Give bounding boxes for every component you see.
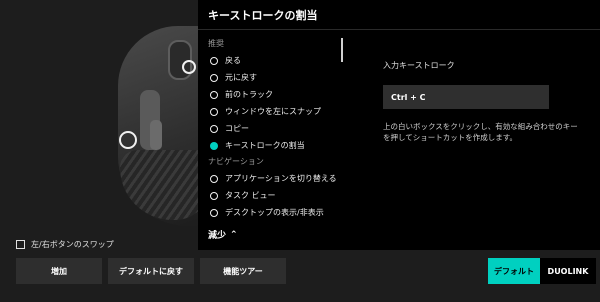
- list-scrollbar[interactable]: [341, 38, 343, 62]
- restore-defaults-button[interactable]: デフォルトに戻す: [108, 258, 194, 284]
- keystroke-assignment-panel: キーストロークの割当 推奨 戻る元に戻す前のトラックウィンドウを左にスナップ コピー…: [198, 0, 600, 250]
- chevron-up-icon: ⌃: [230, 229, 238, 240]
- radio-icon[interactable]: [210, 107, 218, 116]
- action-list-item[interactable]: 前のトラック: [198, 86, 345, 103]
- action-list-item[interactable]: 元に戻す: [198, 69, 345, 86]
- radio-icon[interactable]: [210, 90, 218, 99]
- radio-selected-icon[interactable]: [210, 141, 218, 150]
- add-application-button[interactable]: 増加: [16, 258, 102, 284]
- action-list-item[interactable]: タスク ビュー: [198, 187, 345, 204]
- duolink-tab-button[interactable]: DUOLINK: [540, 258, 596, 284]
- default-tab-button[interactable]: デフォルト: [488, 258, 540, 284]
- list-section-label: 推奨: [208, 39, 224, 48]
- action-list-item[interactable]: デスクトップの表示/非表示: [198, 204, 345, 220]
- action-label: 戻る: [225, 56, 241, 65]
- mouse-thumb-buttons: [150, 120, 162, 150]
- action-list-item[interactable]: 戻る: [198, 52, 345, 69]
- show-less-toggle[interactable]: 減少 ⌃: [208, 228, 238, 242]
- radio-icon[interactable]: [210, 174, 218, 183]
- action-label: 元に戻す: [225, 73, 257, 82]
- swap-buttons-label: 左/右ボタンのスワップ: [31, 240, 114, 249]
- keystroke-help-text: 上の白いボックスをクリックし、有効な組み合わせのキーを押してショートカットを作成…: [383, 122, 578, 142]
- radio-icon[interactable]: [210, 56, 218, 65]
- action-list-item[interactable]: コピー: [198, 120, 345, 137]
- mouse-grip-texture: [120, 150, 198, 220]
- action-label: キーストロークの割当: [225, 141, 305, 150]
- keystroke-input-field[interactable]: Ctrl + C: [383, 85, 549, 109]
- radio-icon[interactable]: [210, 191, 218, 200]
- radio-icon[interactable]: [210, 73, 218, 82]
- options-app-window: キーストロークの割当 推奨 戻る元に戻す前のトラックウィンドウを左にスナップ コピー…: [0, 0, 600, 302]
- keystroke-editor: 入力キーストローク Ctrl + C 上の白いボックスをクリックし、有効な組み合…: [383, 60, 583, 143]
- feature-tour-button[interactable]: 機能ツアー: [200, 258, 286, 284]
- action-label: コピー: [225, 124, 249, 133]
- swap-buttons-option[interactable]: 左/右ボタンのスワップ: [16, 239, 114, 250]
- list-section-label: ナビゲーション: [208, 157, 264, 166]
- mouse-illustration: [0, 0, 198, 230]
- action-list-item[interactable]: キーストロークの割当: [198, 137, 345, 154]
- swap-buttons-checkbox[interactable]: [16, 240, 25, 249]
- action-label: タスク ビュー: [225, 191, 276, 200]
- action-label: 前のトラック: [225, 90, 273, 99]
- radio-icon[interactable]: [210, 124, 218, 133]
- show-less-label: 減少: [208, 231, 227, 241]
- action-list[interactable]: 推奨 戻る元に戻す前のトラックウィンドウを左にスナップ コピーキーストロークの割当ナ…: [198, 36, 345, 220]
- action-list-item[interactable]: ウィンドウを左にスナップ: [198, 103, 345, 120]
- action-label: アプリケーションを切り替える: [225, 174, 337, 183]
- input-keystroke-label: 入力キーストローク: [383, 61, 455, 70]
- panel-title: キーストロークの割当: [198, 0, 600, 30]
- thumb-hotspot-button[interactable]: [119, 131, 137, 149]
- radio-icon[interactable]: [210, 208, 218, 217]
- action-list-item[interactable]: アプリケーションを切り替える: [198, 170, 345, 187]
- action-label: デスクトップの表示/非表示: [225, 208, 324, 217]
- wheel-hotspot-button[interactable]: [182, 60, 196, 74]
- action-label: ウィンドウを左にスナップ: [225, 107, 321, 116]
